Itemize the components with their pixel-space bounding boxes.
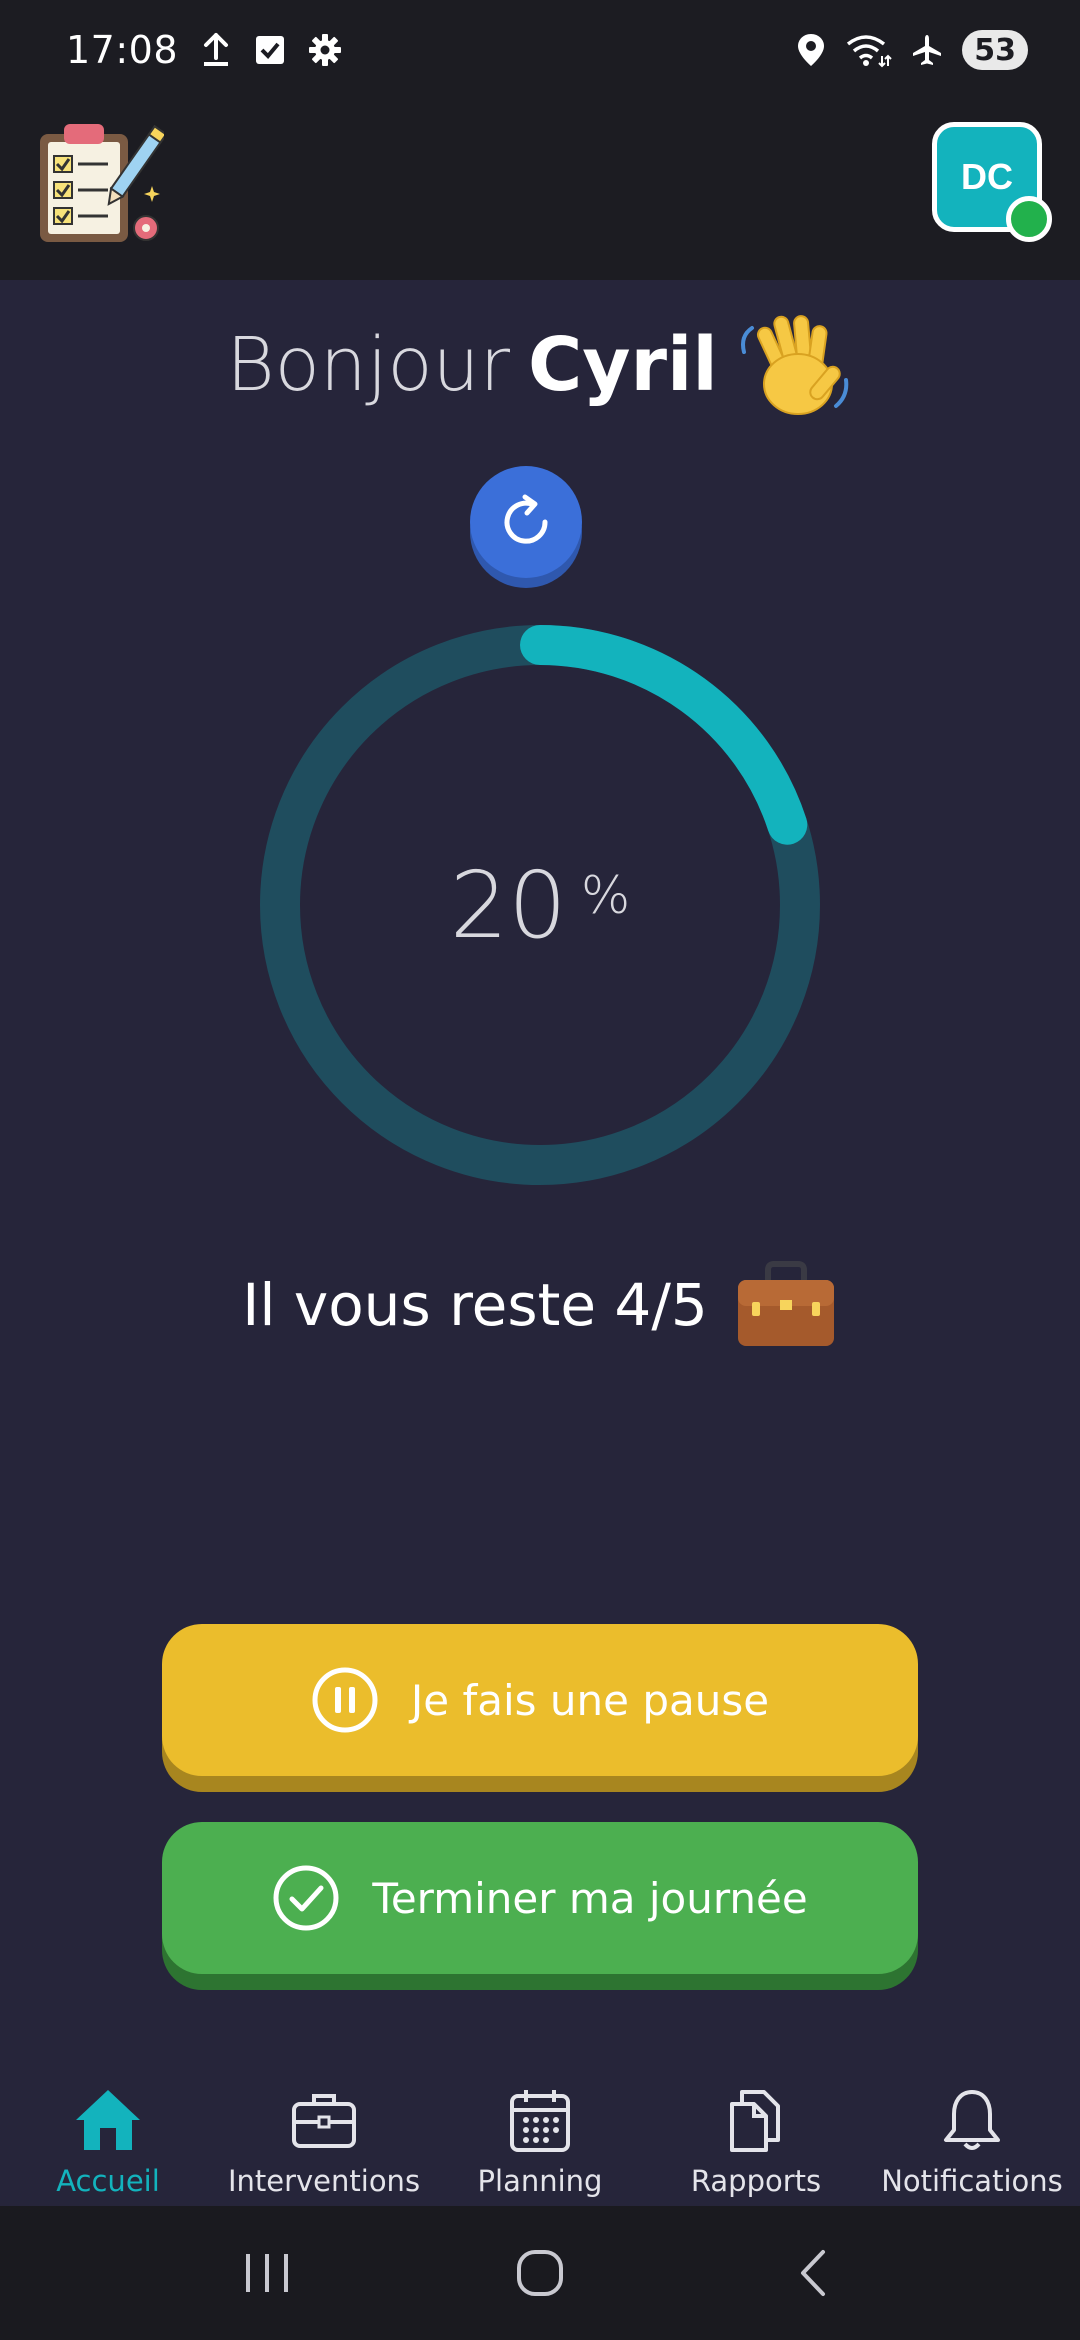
briefcase-icon <box>737 1261 834 1346</box>
nav-item-planning[interactable]: Planning <box>432 2068 648 2206</box>
system-back-button[interactable] <box>768 2233 858 2313</box>
upload-icon <box>204 33 229 66</box>
system-home-button[interactable] <box>495 2233 585 2313</box>
greeting-prefix: Bonjour <box>226 322 510 408</box>
finish-day-label: Terminer ma journée <box>372 1873 808 1923</box>
app-header: DC <box>0 100 1080 280</box>
nav-item-accueil[interactable]: Accueil <box>0 2068 216 2206</box>
remaining-text: Il vous reste 4/5 <box>242 1271 708 1339</box>
battery-indicator: 53 <box>962 30 1028 70</box>
nav-item-notifications[interactable]: Notifications <box>864 2068 1080 2206</box>
refresh-button[interactable] <box>470 466 582 578</box>
nav-item-interventions[interactable]: Interventions <box>216 2068 432 2206</box>
nav-label-accueil: Accueil <box>56 2164 160 2198</box>
pause-icon <box>312 1667 378 1733</box>
nav-item-rapports[interactable]: Rapports <box>648 2068 864 2206</box>
check-circle-icon <box>273 1865 339 1931</box>
briefcase-icon <box>292 2094 356 2148</box>
location-icon <box>798 34 825 66</box>
system-navigation-bar <box>0 2206 1080 2340</box>
status-time: 17:08 <box>66 28 179 72</box>
documents-icon <box>730 2090 780 2152</box>
status-right: 53 <box>796 30 1028 70</box>
progress-value: 20 <box>449 851 567 959</box>
refresh-icon <box>504 494 548 544</box>
airplane-icon <box>913 35 942 65</box>
bottom-navigation: Accueil Interventions Planning Rapports … <box>0 2068 1080 2206</box>
wifi-icon <box>847 35 892 68</box>
settings-icon <box>309 34 342 66</box>
online-status-dot <box>1006 196 1052 242</box>
status-bar: 17:08 53 <box>0 0 1080 100</box>
recent-apps-button[interactable] <box>222 2233 312 2313</box>
finish-day-button[interactable]: Terminer ma journée <box>162 1822 918 1974</box>
nav-label-planning: Planning <box>477 2164 603 2198</box>
progress-label: 20 % <box>255 620 825 1190</box>
home-icon <box>76 2090 140 2150</box>
back-icon <box>801 2250 826 2296</box>
checkbox-icon <box>256 36 285 64</box>
progress-unit: % <box>580 866 631 926</box>
waving-hand-icon <box>740 315 849 415</box>
greeting: Bonjour Cyril <box>0 310 1080 420</box>
home-circle-icon <box>516 2250 563 2296</box>
remaining-summary: Il vous reste 4/5 <box>0 1250 1080 1360</box>
clipboard-checklist-icon <box>40 124 164 242</box>
nav-label-rapports: Rapports <box>690 2164 822 2198</box>
bell-icon <box>944 2090 1000 2150</box>
greeting-name: Cyril <box>528 322 718 408</box>
app-screen: 17:08 53 DC Bonjour Cyril 20 % Il vous r… <box>0 0 1080 2340</box>
calendar-icon <box>510 2090 570 2152</box>
nav-label-interventions: Interventions <box>227 2164 421 2198</box>
pause-button[interactable]: Je fais une pause <box>162 1624 918 1776</box>
status-left: 17:08 <box>66 28 342 72</box>
recent-apps-icon <box>245 2254 288 2292</box>
nav-label-notifications: Notifications <box>881 2164 1063 2198</box>
pause-label: Je fais une pause <box>410 1675 770 1725</box>
